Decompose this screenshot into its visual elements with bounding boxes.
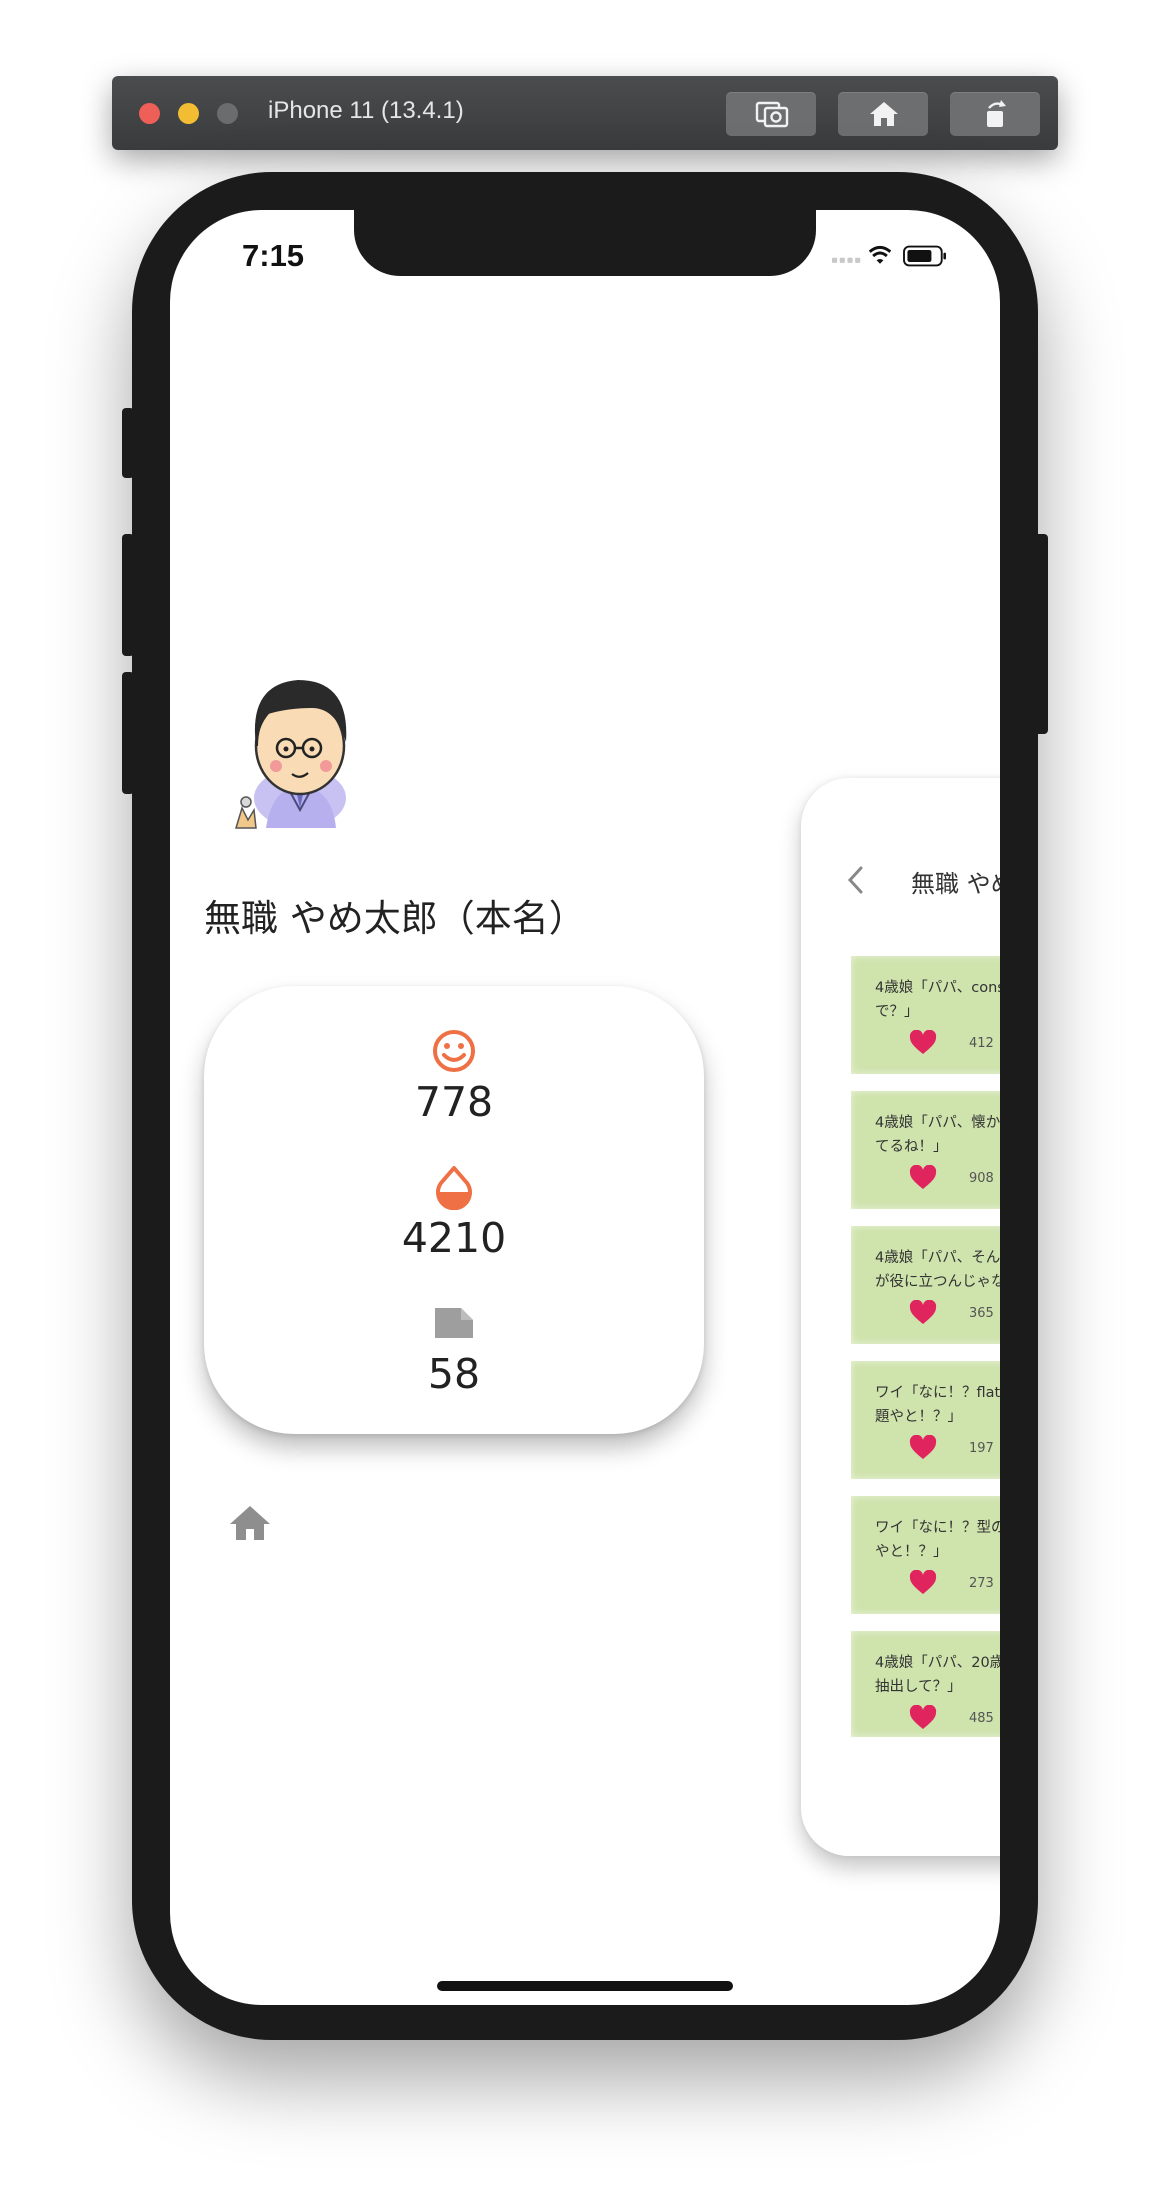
like-count: 197 <box>969 1441 994 1456</box>
home-indicator[interactable] <box>437 1981 733 1991</box>
heart-icon[interactable] <box>909 1030 937 1056</box>
signal-icon <box>832 257 861 263</box>
volume-down-button <box>122 672 134 794</box>
list-item[interactable]: 4歳娘「パパ、cons で？」 412 <box>851 956 1000 1091</box>
like-count: 412 <box>969 1036 994 1051</box>
simulator-toolbar: iPhone 11 (13.4.1) <box>112 76 1058 150</box>
status-time: 7:15 <box>242 238 305 273</box>
stats-card: 778 4210 58 <box>204 986 704 1434</box>
simulator-title: iPhone 11 (13.4.1) <box>268 97 464 124</box>
smiley-icon <box>433 1030 475 1072</box>
list-item[interactable]: ワイ「なに！？型の やと！？」 273 <box>851 1496 1000 1631</box>
power-button <box>1034 534 1048 734</box>
stat-posts: 58 <box>204 1300 704 1398</box>
stat-drops: 4210 <box>204 1164 704 1262</box>
rotate-icon <box>987 100 1006 127</box>
drop-icon <box>436 1166 472 1210</box>
like-count: 365 <box>969 1306 994 1321</box>
mute-switch <box>122 408 134 478</box>
list-item[interactable]: 4歳娘「パパ、懐かし てるね！」 908 <box>851 1091 1000 1226</box>
post-text: 4歳娘「パパ、20歳 抽出して？」 <box>875 1655 1000 1695</box>
post-list-panel[interactable]: 無職 やめ 4歳娘「パパ、cons で？」 412 4歳娘「パパ、懐かし てるね… <box>801 778 1000 1856</box>
post-text: ワイ「なに！？型の やと！？」 <box>875 1520 1000 1560</box>
post-text: ワイ「なに！？flatM 題やと！？」 <box>875 1385 1000 1425</box>
heart-icon[interactable] <box>909 1165 937 1191</box>
post-text: 4歳娘「パパ、懐かし てるね！」 <box>875 1115 1000 1155</box>
heart-icon[interactable] <box>909 1300 937 1326</box>
battery-icon <box>903 245 946 267</box>
home-button[interactable] <box>838 92 928 136</box>
phone-screen: 7:15 無職 やめ太郎（本名） 778 4210 58 無職 や 4歳娘「パパ… <box>170 210 1000 2005</box>
stat-smiles: 778 <box>204 1028 704 1126</box>
user-name: 無職 やめ太郎（本名） <box>204 897 586 940</box>
stat-value: 58 <box>427 1350 481 1398</box>
rotate-button[interactable] <box>950 92 1040 136</box>
close-window-button[interactable] <box>139 103 160 124</box>
wifi-icon <box>868 245 892 264</box>
like-count: 273 <box>969 1576 994 1591</box>
home-icon[interactable] <box>228 1502 272 1542</box>
stat-value: 778 <box>414 1078 494 1126</box>
screenshot-icon <box>755 101 789 128</box>
notch <box>354 210 816 276</box>
zoom-window-button[interactable] <box>217 103 238 124</box>
volume-up-button <box>122 534 134 656</box>
home-icon <box>870 102 898 126</box>
list-item[interactable]: ワイ「なに！？flatM 題やと！？」 197 <box>851 1361 1000 1496</box>
post-text: 4歳娘「パパ、そん が役に立つんじゃな <box>875 1250 1000 1290</box>
list-item[interactable]: 4歳娘「パパ、20歳 抽出して？」 485 <box>851 1631 1000 1737</box>
stat-value: 4210 <box>401 1214 507 1262</box>
like-count: 908 <box>969 1171 994 1186</box>
avatar <box>234 680 347 829</box>
post-text: 4歳娘「パパ、cons で？」 <box>875 980 1000 1020</box>
heart-icon[interactable] <box>909 1570 937 1596</box>
list-item[interactable]: 4歳娘「パパ、そん が役に立つんじゃな 365 <box>851 1226 1000 1361</box>
like-count: 485 <box>969 1711 994 1726</box>
screenshot-button[interactable] <box>726 92 816 136</box>
back-chevron-icon[interactable] <box>845 865 865 895</box>
heart-icon[interactable] <box>909 1435 937 1461</box>
panel-title: 無職 やめ <box>911 870 1000 898</box>
status-icons <box>832 245 946 267</box>
document-icon <box>435 1308 473 1338</box>
post-list: 4歳娘「パパ、cons で？」 412 4歳娘「パパ、懐かし てるね！」 908… <box>851 956 1000 1737</box>
heart-icon[interactable] <box>909 1705 937 1731</box>
minimize-window-button[interactable] <box>178 103 199 124</box>
